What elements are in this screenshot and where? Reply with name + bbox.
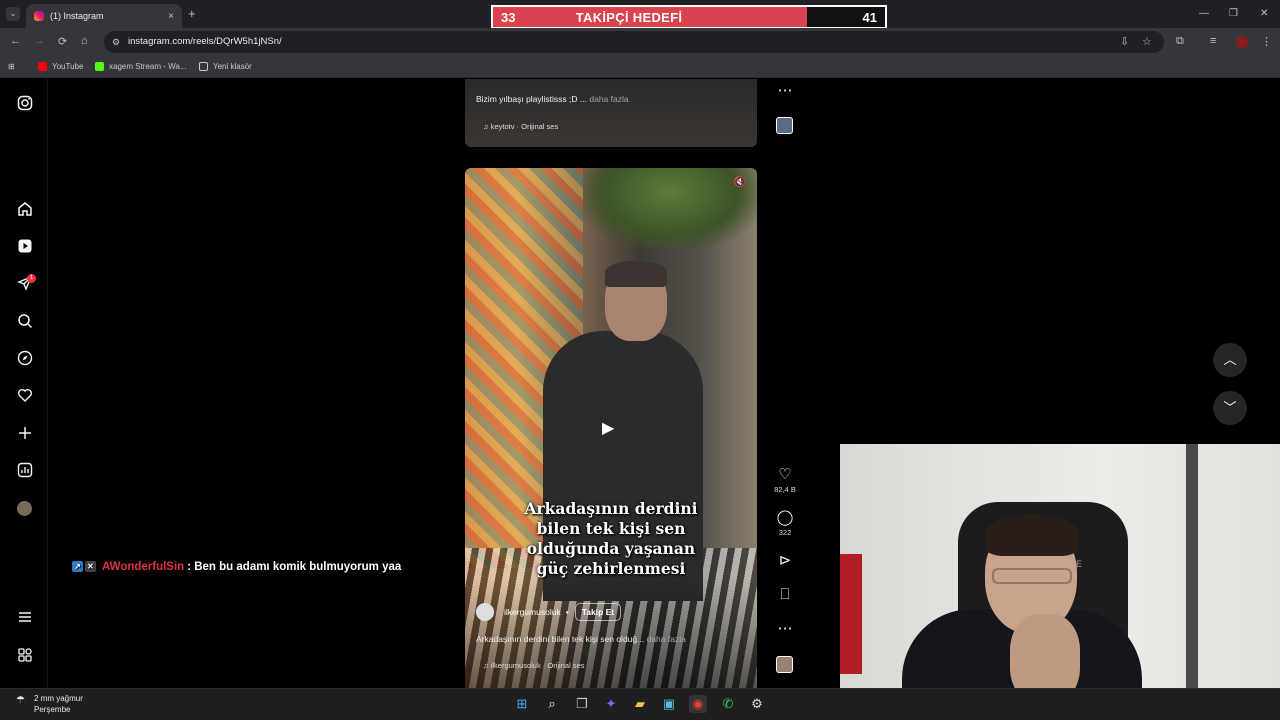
previous-reel-caption: Bizim yılbaşı playlistisss ;D ... daha f… xyxy=(476,94,629,104)
tab-title: (1) Instagram xyxy=(50,11,104,21)
video-subtitle: Arkadaşının derdini bilen tek kişi sen o… xyxy=(524,499,698,578)
follower-goal-bar: 33 TAKİPÇİ HEDEFİ 41 xyxy=(491,5,887,29)
tab-close-icon[interactable]: × xyxy=(168,11,174,22)
whatsapp-icon[interactable]: ✆ xyxy=(719,695,737,713)
chat-badge-icon: ↗ xyxy=(72,561,83,572)
save-button[interactable]: ⎕ xyxy=(774,587,796,603)
prev-audio-thumbnail[interactable] xyxy=(776,117,793,134)
bookmark-icon: ⎕ xyxy=(780,586,790,603)
bookmark-youtube[interactable]: YouTube xyxy=(38,62,83,71)
previous-reel[interactable]: Bizim yılbaşı playlistisss ;D ... daha f… xyxy=(465,79,757,147)
goal-label: TAKİPÇİ HEDEFİ xyxy=(575,10,683,25)
copilot-icon[interactable]: ✦ xyxy=(602,695,620,713)
start-windows-icon[interactable]: ⊞ xyxy=(513,695,531,713)
comment-count: 322 xyxy=(778,528,792,537)
chat-username: AWonderfulSin xyxy=(102,560,185,573)
stream-chat-message: ↗ ✕ AWonderfulSin : Ben bu adamı komik b… xyxy=(72,558,401,575)
create-plus-icon[interactable] xyxy=(16,425,34,443)
store-icon[interactable]: ▣ xyxy=(660,695,678,713)
comment-button[interactable]: ◯ 322 xyxy=(774,509,796,538)
instagram-favicon-icon xyxy=(34,11,44,21)
back-button[interactable]: ← xyxy=(10,35,21,47)
windows-taskbar: ☂ 2 mm yağmur Perşembe ⊞ ⌕ ❐ ✦ ▰ ▣ ◉ ✆ ⚙ xyxy=(0,688,1280,720)
taskbar-search-icon[interactable]: ⌕ xyxy=(543,695,561,713)
previous-reel-button[interactable]: ︿ xyxy=(1213,343,1247,377)
follow-button[interactable]: Takip Et xyxy=(574,603,622,621)
maximize-button[interactable]: ❐ xyxy=(1229,8,1238,19)
reel-author: ilkergumusoluk • Takip Et xyxy=(476,603,622,621)
weather-line-2: Perşembe xyxy=(34,705,71,714)
background-plants xyxy=(583,168,757,248)
task-view-icon[interactable]: ❐ xyxy=(573,695,591,713)
file-explorer-icon[interactable]: ▰ xyxy=(631,695,649,713)
more-menu-icon[interactable] xyxy=(16,609,34,627)
site-info-icon[interactable]: ⚙ xyxy=(112,31,120,53)
chrome-icon[interactable]: ◉ xyxy=(689,695,707,713)
prev-more-options-icon[interactable]: ⋯ xyxy=(774,83,796,99)
folder-icon xyxy=(199,62,208,71)
tab-instagram[interactable]: (1) Instagram × xyxy=(26,4,182,28)
play-icon[interactable]: ▶ xyxy=(602,418,614,438)
extensions-icon[interactable]: ⧉ xyxy=(1176,35,1184,48)
new-tab-button[interactable]: + xyxy=(188,6,196,21)
close-window-button[interactable]: ✕ xyxy=(1260,8,1268,19)
home-icon[interactable] xyxy=(16,201,34,219)
profile-avatar-nav[interactable] xyxy=(17,501,32,516)
weather-line-1: 2 mm yağmur xyxy=(34,694,83,703)
bookmark-star-icon[interactable]: ☆ xyxy=(1142,35,1152,48)
weather-widget[interactable]: ☂ 2 mm yağmur Perşembe xyxy=(16,693,83,715)
install-app-icon[interactable]: ⇩ xyxy=(1120,35,1129,48)
chat-message-text: : Ben bu adamı komik bulmuyorum yaa xyxy=(187,560,402,573)
more-options-icon[interactable]: ⋯ xyxy=(774,621,796,637)
send-icon: ⊳ xyxy=(778,552,792,569)
browser-toolbar: ← → ⟳ ⌂ ⚙ instagram.com/reels/DQrW5h1jNS… xyxy=(0,28,1280,56)
more-link[interactable]: daha fazla xyxy=(647,634,686,644)
settings-gear-icon[interactable]: ⚙ xyxy=(748,695,766,713)
bookmarks-bar: ⊞ YouTube xagem Stream - Wa... Yeni klas… xyxy=(0,56,1280,78)
forward-button[interactable]: → xyxy=(34,35,45,47)
media-controls-icon[interactable]: ≡ xyxy=(1210,35,1216,47)
author-username[interactable]: ilkergumusoluk xyxy=(504,607,561,617)
also-from-meta-icon[interactable] xyxy=(16,647,34,665)
bookmark-folder[interactable]: Yeni klasör xyxy=(199,62,252,71)
next-reel-button[interactable]: ﹀ xyxy=(1213,391,1247,425)
webcam-overlay: RIVE xyxy=(840,444,1280,720)
profile-avatar[interactable] xyxy=(1236,36,1248,48)
minimize-button[interactable]: — xyxy=(1199,8,1209,19)
like-count: 82,4 B xyxy=(774,485,796,494)
notifications-heart-icon[interactable] xyxy=(16,387,34,405)
kick-icon xyxy=(95,62,104,71)
reel-audio[interactable]: ♫ ilkergumusoluk · Orijinal ses xyxy=(483,661,585,670)
search-icon[interactable] xyxy=(16,313,34,331)
sidebar: 1 xyxy=(0,79,48,688)
menu-icon[interactable]: ⋮ xyxy=(1261,35,1272,48)
heart-icon: ♡ xyxy=(778,466,792,483)
reload-button[interactable]: ⟳ xyxy=(58,35,67,48)
share-button[interactable]: ⊳ xyxy=(774,553,796,569)
explore-icon[interactable] xyxy=(16,350,34,368)
rain-cloud-icon: ☂ xyxy=(16,695,25,706)
mute-icon[interactable]: 🔇 xyxy=(733,177,747,191)
previous-reel-audio[interactable]: ♫ keytotv · Orijinal ses xyxy=(483,122,558,131)
bookmark-stream[interactable]: xagem Stream - Wa... xyxy=(95,62,187,71)
chat-badge-icon: ✕ xyxy=(85,561,96,572)
youtube-icon xyxy=(38,62,47,71)
more-link[interactable]: daha fazla xyxy=(589,94,628,104)
tab-search-button[interactable]: ⌄ xyxy=(6,7,20,21)
like-button[interactable]: ♡ 82,4 B xyxy=(774,466,796,495)
apps-grid-icon[interactable]: ⊞ xyxy=(8,62,15,71)
audio-thumbnail[interactable] xyxy=(776,656,793,673)
url-text: instagram.com/reels/DQrW5h1jNSn/ xyxy=(128,36,282,47)
notification-badge: 1 xyxy=(27,274,36,283)
instagram-logo-icon[interactable] xyxy=(16,95,34,113)
reel-video[interactable]: 🔇 ▶ Arkadaşının derdini bilen tek kişi s… xyxy=(465,168,757,688)
goal-target: 41 xyxy=(862,10,877,25)
address-bar[interactable]: ⚙ instagram.com/reels/DQrW5h1jNSn/ xyxy=(104,31,1164,53)
comment-icon: ◯ xyxy=(776,509,794,526)
home-button[interactable]: ⌂ xyxy=(81,35,88,47)
dashboard-icon[interactable] xyxy=(16,462,34,480)
author-avatar[interactable] xyxy=(476,603,494,621)
reels-icon[interactable] xyxy=(16,238,34,256)
reel-description: Arkadaşının derdini bilen tek kişi sen o… xyxy=(476,634,686,644)
